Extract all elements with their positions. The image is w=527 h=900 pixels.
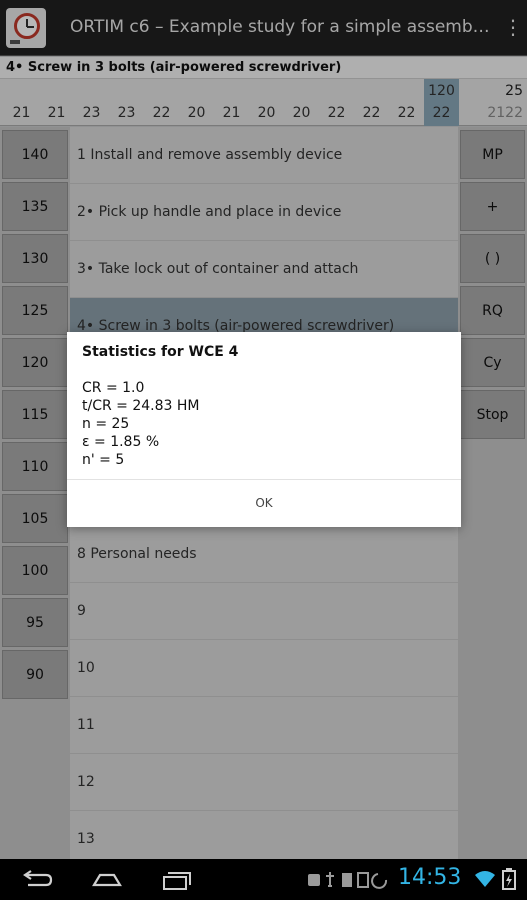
stat-cr: CR = 1.0	[82, 380, 145, 396]
battery-icon	[502, 868, 516, 890]
home-icon[interactable]	[90, 869, 124, 891]
dialog-title: Statistics for WCE 4	[82, 344, 239, 360]
recent-apps-icon[interactable]	[160, 869, 194, 891]
notification-icons	[308, 872, 388, 889]
stat-t-cr: t/CR = 24.83 HM	[82, 398, 200, 414]
system-nav-bar: 14:53	[0, 859, 527, 900]
stat-n-prime: n' = 5	[82, 452, 125, 468]
stat-n: n = 25	[82, 416, 130, 432]
statistics-dialog: Statistics for WCE 4 CR = 1.0 t/CR = 24.…	[67, 332, 461, 527]
system-clock: 14:53	[398, 865, 462, 890]
wifi-icon	[475, 871, 495, 887]
stat-epsilon: ε = 1.85 %	[82, 434, 160, 450]
ok-button[interactable]: OK	[67, 480, 461, 527]
back-icon[interactable]	[20, 869, 54, 891]
